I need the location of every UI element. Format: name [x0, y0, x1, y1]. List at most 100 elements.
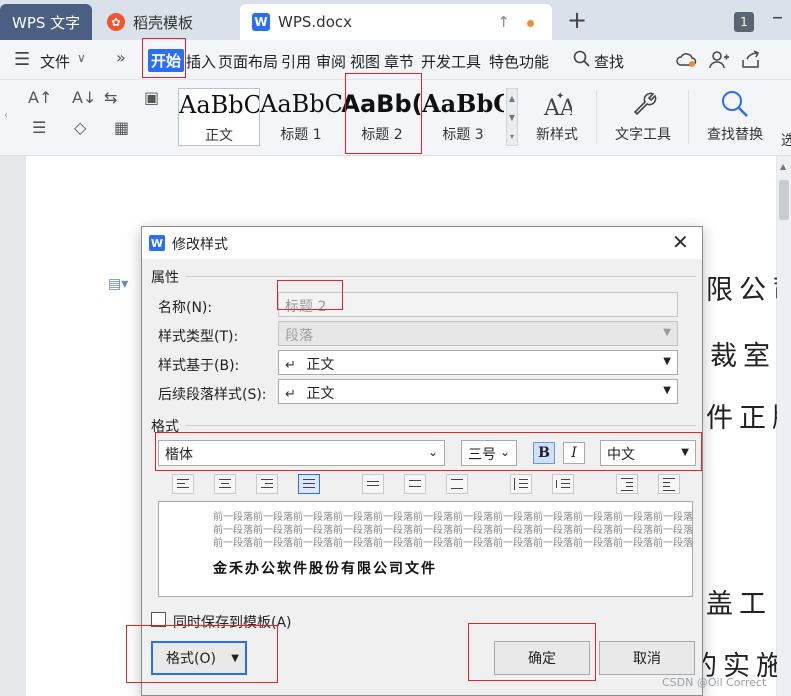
line-spacing-icon[interactable]: ⇆ [104, 88, 117, 107]
list-level-icon[interactable]: ☰ [32, 118, 46, 137]
save-to-template-label[interactable]: 同时保存到模板(A) [173, 612, 292, 632]
chevron-down-icon[interactable]: ⌄ [500, 445, 510, 459]
section-divider [186, 425, 696, 426]
save-to-template-checkbox[interactable] [151, 612, 166, 627]
chevron-down-icon[interactable]: ⌄ [428, 445, 438, 459]
menu-file[interactable]: 文件 [40, 51, 70, 72]
table-borders-icon[interactable]: ▦ [114, 118, 129, 137]
font-size-select[interactable]: 三号 ⌄ [461, 440, 517, 466]
tab-document-label: WPS.docx [278, 13, 352, 31]
language-select[interactable]: 中文 ▼ [600, 440, 696, 466]
single-spacing-button[interactable] [362, 474, 384, 494]
dropdown-arrow-icon[interactable]: ▼ [663, 385, 671, 396]
pin-icon[interactable]: ↑ [497, 13, 510, 31]
based-on-select[interactable]: ↵ 正文 ▼ [278, 350, 678, 375]
paragraph-return-icon: ↵ [285, 358, 296, 373]
menu-chapter[interactable]: 章节 [384, 51, 414, 72]
language-value: 中文 [607, 447, 635, 463]
dialog-title: 修改样式 [172, 237, 228, 253]
wps-writer-icon: W [252, 13, 270, 31]
sort-icon[interactable]: A↓ [72, 88, 96, 107]
select-button[interactable]: 选 [778, 130, 791, 150]
tab-document[interactable]: W WPS.docx ↑ [240, 4, 552, 40]
new-style-button[interactable]: AA ✦ 新样式 [528, 88, 586, 144]
ok-button[interactable]: 确定 [494, 641, 590, 675]
align-left-button[interactable] [172, 474, 194, 494]
menu-page-layout[interactable]: 页面布局 [218, 51, 278, 72]
format-menu-button[interactable]: 格式(O) ▼ [151, 641, 247, 675]
template-store-icon: ✿ [107, 13, 125, 31]
increase-indent-button[interactable] [658, 474, 680, 494]
align-justify-button[interactable] [298, 474, 320, 494]
dropdown-arrow-icon: ▼ [663, 327, 671, 338]
style-normal-label: 正文 [205, 128, 233, 144]
scroll-up-icon[interactable]: ▲ [780, 162, 786, 171]
align-center-button[interactable] [214, 474, 236, 494]
decrease-indent-button[interactable] [616, 474, 638, 494]
select-label: 选 [781, 133, 791, 149]
menu-insert[interactable]: 插入 [186, 51, 216, 72]
increase-paragraph-spacing-button[interactable] [510, 474, 532, 494]
menu-developer[interactable]: 开发工具 [421, 51, 481, 72]
style-heading-1[interactable]: AaBbC 标题 1 [260, 88, 342, 146]
italic-button[interactable]: I [563, 442, 585, 464]
share-icon[interactable] [740, 50, 762, 70]
menu-review[interactable]: 审阅 [316, 51, 346, 72]
style-heading-2[interactable]: AaBb( 标题 2 [341, 88, 423, 146]
style-normal-sample: AaBbC [179, 91, 259, 119]
ribbon-collapse-icon[interactable]: ‹ [4, 110, 8, 121]
menu-search[interactable]: 查找 [594, 51, 624, 72]
minimize-icon[interactable]: – [772, 5, 783, 30]
style-type-value: 段落 [285, 328, 313, 344]
menu-start[interactable]: 开始 [148, 49, 185, 72]
cancel-button[interactable]: 取消 [599, 641, 695, 675]
style-heading-3[interactable]: AaBbC 标题 3 [422, 88, 504, 146]
font-size-value: 三号 [468, 447, 496, 463]
tab-template-store[interactable]: ✿ 稻壳模板 [95, 4, 233, 40]
document-text-line: 裁室 [710, 341, 776, 372]
dropdown-arrow-icon[interactable]: ▼ [663, 356, 671, 367]
dropdown-arrow-icon: ▼ [231, 653, 239, 664]
one-half-spacing-button[interactable] [404, 474, 426, 494]
more-menus-icon[interactable]: » [116, 48, 126, 67]
ribbon-toolbar: ‹ A↑ A↓ ⇆ ▣ ☰ ◇ ▦ AaBbC 正文 AaBbC 标题 1 Aa… [0, 80, 791, 156]
paragraph-marker-icon[interactable]: ▤▾ [108, 276, 128, 292]
window-count-badge[interactable]: 1 [734, 12, 754, 32]
new-tab-button[interactable]: + [567, 6, 587, 34]
next-style-select[interactable]: ↵ 正文 ▼ [278, 379, 678, 404]
border-icon[interactable]: ▣ [144, 88, 159, 107]
menu-view[interactable]: 视图 [350, 51, 380, 72]
dropdown-arrow-icon[interactable]: ▼ [681, 447, 689, 458]
shading-icon[interactable]: ◇ [74, 118, 86, 137]
font-family-select[interactable]: 楷体 ⌄ [158, 440, 445, 466]
add-user-icon[interactable] [708, 50, 730, 70]
document-text-line: 盖工 [706, 589, 772, 620]
unsaved-dot-icon [527, 20, 534, 27]
bold-button[interactable]: B [533, 442, 555, 464]
double-spacing-button[interactable] [446, 474, 468, 494]
svg-text:✦: ✦ [556, 91, 564, 102]
menu-features[interactable]: 特色功能 [489, 51, 549, 72]
search-icon[interactable] [573, 50, 591, 68]
decrease-paragraph-spacing-button[interactable] [552, 474, 574, 494]
style-normal[interactable]: AaBbC 正文 [178, 88, 260, 146]
text-tools-button[interactable]: 文字工具 [606, 88, 680, 144]
chevron-down-icon[interactable]: ∨ [77, 51, 86, 65]
text-tools-label: 文字工具 [615, 127, 671, 143]
vertical-scrollbar[interactable]: ▲ [777, 156, 791, 696]
tab-wps-home[interactable]: WPS 文字 [0, 4, 92, 40]
hamburger-menu-icon[interactable]: ☰ [14, 49, 30, 70]
watermark-text: CSDN @Oil Correct [662, 676, 767, 689]
find-replace-button[interactable]: 查找替换 [698, 88, 772, 144]
font-size-increase-icon[interactable]: A↑ [28, 88, 52, 107]
scrollbar-thumb[interactable] [779, 180, 789, 220]
section-properties: 属性 [151, 270, 179, 286]
preview-sample-text: 金禾办公软件股份有限公司文件 [213, 561, 437, 577]
style-gallery-scroll[interactable]: ▲ ▼ ▾ [506, 88, 518, 146]
menu-references[interactable]: 引用 [281, 51, 311, 72]
tab-template-label: 稻壳模板 [133, 13, 194, 32]
close-icon[interactable]: ✕ [672, 230, 689, 254]
cloud-sync-icon[interactable] [676, 50, 698, 70]
align-right-button[interactable] [256, 474, 278, 494]
style-name-input[interactable]: 标题 2 [278, 292, 678, 317]
